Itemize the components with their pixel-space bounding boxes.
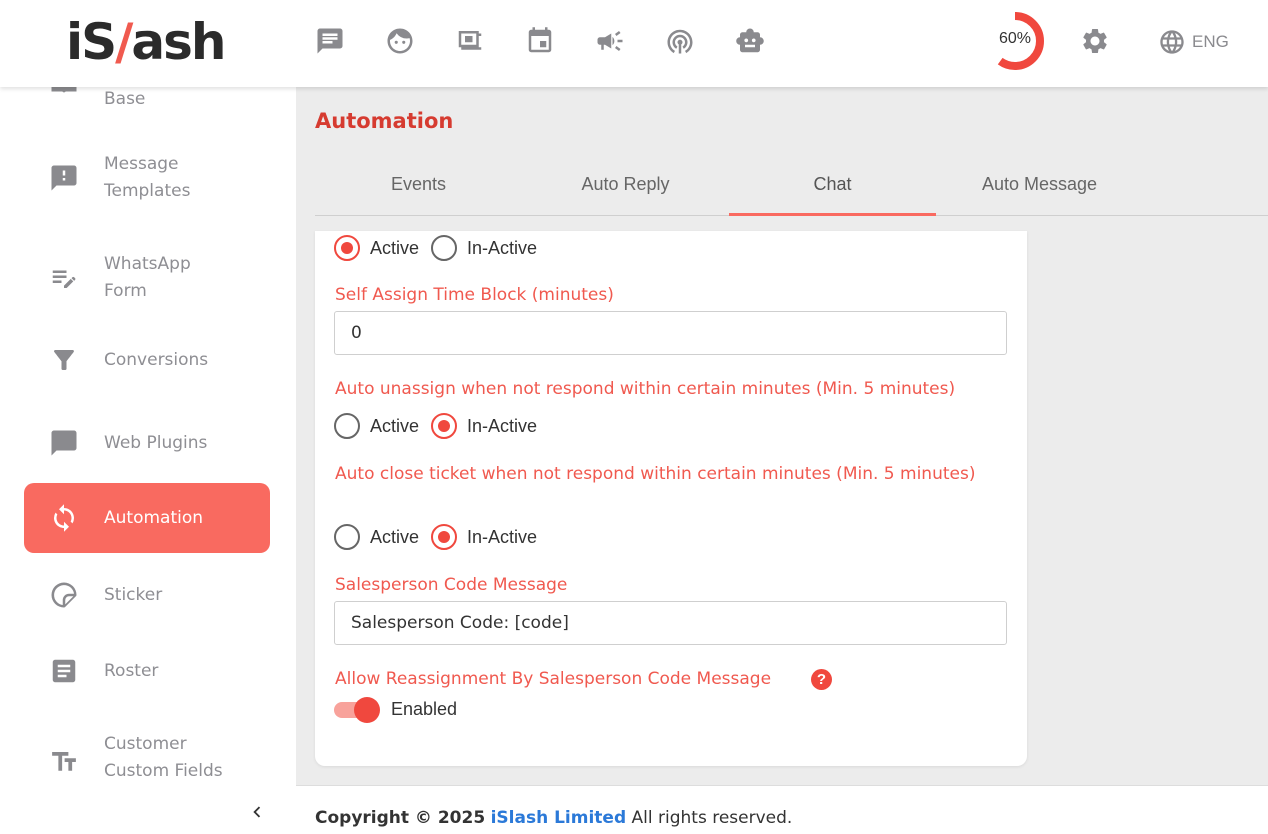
face-icon[interactable] xyxy=(383,24,417,58)
sidebar-item-conversions[interactable]: Conversions xyxy=(24,345,270,375)
sidebar-item-knowledge-base[interactable]: Base xyxy=(24,87,270,113)
tab-chat[interactable]: Chat xyxy=(729,158,936,216)
radio-active[interactable]: Active xyxy=(334,235,419,261)
radio-button-selected[interactable] xyxy=(334,235,360,261)
self-assign-input[interactable] xyxy=(334,311,1007,355)
gear-icon[interactable] xyxy=(1078,24,1112,58)
status-radio-group: Active In-Active xyxy=(334,235,549,261)
copyright-prefix: Copyright © 2025 xyxy=(315,808,486,828)
form-edit-icon xyxy=(52,270,76,288)
text-fields-icon xyxy=(52,752,76,771)
reassign-toggle[interactable] xyxy=(334,697,382,723)
page-title: Automation xyxy=(315,109,454,133)
toggle-knob xyxy=(354,697,380,723)
radio-button-selected[interactable] xyxy=(431,524,458,550)
chat-settings-card: Active In-Active Self Assign Time Block … xyxy=(315,231,1027,766)
radio-button[interactable] xyxy=(334,413,360,439)
auto-close-label: Auto close ticket when not respond withi… xyxy=(335,464,976,484)
company-link[interactable]: iSlash Limited xyxy=(491,808,627,828)
sidebar-item-label: Roster xyxy=(104,660,159,681)
progress-ring[interactable]: 60% xyxy=(986,8,1050,74)
megaphone-icon[interactable] xyxy=(593,24,627,58)
copyright-suffix: All rights reserved. xyxy=(631,808,793,828)
language-selector[interactable]: ENG xyxy=(1158,28,1229,56)
sidebar-item-sticker[interactable]: Sticker xyxy=(24,575,270,615)
sidebar-item-label: WhatsApp Form xyxy=(104,254,191,301)
auto-unassign-radio-group: Active In-Active xyxy=(334,413,549,439)
radio-inactive[interactable]: In-Active xyxy=(431,524,537,550)
refresh-icon xyxy=(54,504,74,532)
tab-auto-reply[interactable]: Auto Reply xyxy=(522,158,729,216)
radio-label: Active xyxy=(370,237,420,258)
tab-bar: Events Auto Reply Chat Auto Message xyxy=(315,158,1268,216)
sales-code-input[interactable] xyxy=(334,601,1007,645)
sidebar-item-label: Conversions xyxy=(104,349,209,370)
radio-button[interactable] xyxy=(431,235,458,261)
sidebar-item-customer-custom-fields[interactable]: Customer Custom Fields xyxy=(24,731,270,793)
tab-auto-message[interactable]: Auto Message xyxy=(936,158,1143,216)
podcast-icon[interactable] xyxy=(663,24,697,58)
logo-slash: / xyxy=(115,13,133,71)
tab-events[interactable]: Events xyxy=(315,158,522,216)
sales-code-label: Salesperson Code Message xyxy=(335,575,568,595)
list-icon xyxy=(52,659,76,683)
message-bubble-icon xyxy=(51,430,77,456)
self-assign-label: Self Assign Time Block (minutes) xyxy=(335,285,614,305)
calendar-icon[interactable] xyxy=(523,24,557,58)
sidebar-item-web-plugins[interactable]: Web Plugins xyxy=(24,423,270,463)
radio-label: Active xyxy=(370,526,420,547)
alert-message-icon xyxy=(51,165,77,191)
top-bar: iS/ash 60% ENG xyxy=(0,0,1268,87)
islash-logo[interactable]: iS/ash xyxy=(66,13,227,71)
sidebar-item-label: Sticker xyxy=(104,584,163,605)
radio-inactive[interactable]: In-Active xyxy=(431,235,537,261)
radio-label: In-Active xyxy=(467,415,538,436)
sidebar-item-label: Customer Custom Fields xyxy=(104,734,223,781)
sidebar-item-roster[interactable]: Roster xyxy=(24,651,270,691)
copyright-text: Copyright © 2025 iSlash Limited All righ… xyxy=(315,808,792,828)
collapse-sidebar-button[interactable] xyxy=(246,799,268,825)
sidebar-item-automation[interactable]: Automation xyxy=(24,483,270,553)
sidebar-item-whatsapp-form[interactable]: WhatsApp Form xyxy=(24,247,270,309)
book-icon xyxy=(51,87,77,93)
reassign-label: Allow Reassignment By Salesperson Code M… xyxy=(335,669,772,689)
globe-icon xyxy=(1160,30,1184,54)
robot-icon[interactable] xyxy=(733,24,767,58)
footer: Copyright © 2025 iSlash Limited All righ… xyxy=(296,785,1268,834)
radio-button[interactable] xyxy=(334,524,360,550)
language-label: ENG xyxy=(1192,32,1229,51)
radio-inactive[interactable]: In-Active xyxy=(431,413,537,439)
sidebar-item-label: Web Plugins xyxy=(104,432,208,453)
radio-active[interactable]: Active xyxy=(334,524,419,550)
radio-label: In-Active xyxy=(467,237,538,258)
radio-label: Active xyxy=(370,415,420,436)
progress-label: 60% xyxy=(998,30,1032,47)
sidebar-item-label: Base xyxy=(104,88,146,109)
toggle-label: Enabled xyxy=(391,699,458,719)
help-icon[interactable]: ? xyxy=(811,669,832,690)
funnel-icon xyxy=(54,350,74,370)
chat-icon[interactable] xyxy=(313,24,347,58)
video-icon[interactable] xyxy=(453,24,487,58)
radio-label: In-Active xyxy=(467,526,538,547)
sidebar-item-label: Automation xyxy=(104,507,204,528)
sticker-icon xyxy=(51,582,77,608)
radio-button-selected[interactable] xyxy=(431,413,458,439)
radio-active[interactable]: Active xyxy=(334,413,419,439)
sidebar: Base Message Templates WhatsApp Form Con… xyxy=(0,87,296,834)
chevron-left-icon xyxy=(253,806,261,818)
sidebar-item-label: Message Templates xyxy=(104,154,191,201)
logo-text-left: iS xyxy=(66,13,117,71)
auto-unassign-label: Auto unassign when not respond within ce… xyxy=(335,379,956,399)
sidebar-item-message-templates[interactable]: Message Templates xyxy=(24,147,270,209)
auto-close-radio-group: Active In-Active xyxy=(334,524,549,550)
logo-text-right: ash xyxy=(131,13,226,71)
